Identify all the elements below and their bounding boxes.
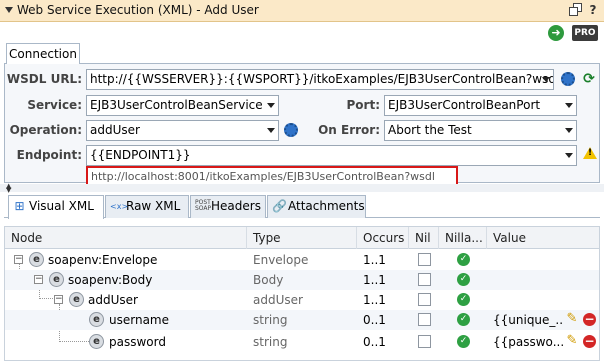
element-icon: e [69,292,84,307]
element-icon: e [89,334,104,349]
wsdl-url-label: WSDL URL: [6,72,82,86]
nil-checkbox[interactable] [418,253,431,266]
chevron-down-icon[interactable] [565,153,573,158]
nillable-ok-icon: ✓ [457,313,470,326]
col-type[interactable]: Type [247,227,357,249]
nillable-ok-icon: ✓ [457,293,470,306]
operation-select[interactable]: addUser [86,120,279,141]
port-label: Port: [346,98,381,112]
nillable-ok-icon: ✓ [457,273,470,286]
node-value[interactable]: {{unique_... [493,310,563,330]
xml-node-grid: Node Type Occurs Nil Nilla... Value − e … [4,226,600,361]
element-icon: e [49,272,64,287]
tab-attachments[interactable]: 🔗 Attachments [267,195,366,218]
table-row[interactable]: e username string 0..1 ✓ {{unique_... ✎ … [5,310,599,330]
node-name: soapenv:Body [68,273,153,287]
warning-mark: ! [588,148,593,158]
chevron-down-icon[interactable] [542,77,550,82]
tab-raw-xml[interactable]: <x> Raw XML [105,195,189,218]
remove-icon[interactable]: − [583,335,596,348]
node-type: Body [253,273,284,287]
restore-window-icon[interactable] [569,3,583,17]
node-occurs: 0..1 [363,313,386,327]
col-value[interactable]: Value [487,227,599,249]
title-bar: Web Service Execution (XML) - Add User ? [0,0,604,22]
nil-checkbox[interactable] [418,293,431,306]
table-row[interactable]: − e soapenv:Envelope Envelope 1..1 ✓ [5,250,599,270]
nillable-ok-icon: ✓ [457,335,470,348]
table-row[interactable]: − e addUser addUser 1..1 ✓ [5,290,599,310]
nillable-ok-icon: ✓ [457,253,470,266]
xml-tabs: ⊞ Visual XML <x> Raw XML POST SOAP Header… [4,194,600,219]
splitter-handle[interactable]: ▲ ▼ [0,183,604,194]
endpoint-field[interactable]: {{ENDPOINT1}} [86,145,577,166]
nil-checkbox[interactable] [418,313,431,326]
chevron-down-icon[interactable] [267,103,275,108]
tab-headers[interactable]: POST SOAP Headers [190,195,266,218]
element-icon: e [29,252,44,267]
node-name: soapenv:Envelope [48,253,158,267]
tab-connection[interactable]: Connection [6,43,80,64]
table-row[interactable]: e password string 0..1 ✓ {{passwo... ✎ − [5,332,599,352]
chevron-down-icon[interactable] [267,128,275,133]
on-error-value: Abort the Test [388,123,472,137]
col-nillable[interactable]: Nilla... [439,227,487,249]
paperclip-icon: 🔗 [272,199,287,213]
endpoint-label: Endpoint: [16,148,82,162]
service-value: EJB3UserControlBeanService [90,98,263,112]
pro-badge[interactable]: PRO [572,25,598,41]
element-icon: e [89,312,104,327]
help-icon[interactable]: ? [586,3,600,17]
pencil-icon[interactable]: ✎ [565,334,579,348]
collapse-node-icon[interactable]: − [54,295,63,304]
endpoint-value: {{ENDPOINT1}} [90,148,191,162]
node-type: addUser [253,293,303,307]
node-occurs: 1..1 [363,253,386,267]
port-value: EJB3UserControlBeanPort [388,98,541,112]
table-row[interactable]: − e soapenv:Body Body 1..1 ✓ [5,270,599,290]
wsdl-settings-gear-icon[interactable] [561,72,575,86]
grid-header: Node Type Occurs Nil Nilla... Value [5,227,599,249]
node-occurs: 1..1 [363,273,386,287]
remove-icon[interactable]: − [583,313,596,326]
col-occurs[interactable]: Occurs [357,227,409,249]
wsdl-url-field[interactable]: http://{{WSSERVER}}:{{WSPORT}}/itkoExamp… [86,69,554,90]
collapse-node-icon[interactable]: − [14,255,23,264]
chevron-down-icon[interactable] [565,103,573,108]
node-name: username [109,313,169,327]
node-value[interactable]: {{passwo... [493,332,563,352]
node-type: string [253,335,288,349]
on-error-label: On Error: [318,123,380,137]
node-name: password [109,335,166,349]
nil-checkbox[interactable] [418,273,431,286]
post-soap-icon: POST SOAP [195,199,212,212]
toolbar [0,22,604,44]
collapse-node-icon[interactable]: − [34,275,43,284]
col-nil[interactable]: Nil [409,227,439,249]
node-occurs: 0..1 [363,335,386,349]
operation-value: addUser [90,123,140,137]
service-select[interactable]: EJB3UserControlBeanService [86,95,279,116]
nil-checkbox[interactable] [418,335,431,348]
refresh-icon[interactable]: ⟳ [582,72,596,86]
col-node[interactable]: Node [5,227,247,249]
xml-icon: <x> [110,202,129,211]
operation-settings-gear-icon[interactable] [284,123,298,137]
chevron-down-icon[interactable] [565,128,573,133]
on-error-select[interactable]: Abort the Test [384,120,577,141]
collapse-icon[interactable] [5,7,13,13]
window-title: Web Service Execution (XML) - Add User [17,3,259,17]
port-select[interactable]: EJB3UserControlBeanPort [384,95,577,116]
tab-visual-xml[interactable]: ⊞ Visual XML [8,195,104,219]
node-type: Envelope [253,253,309,267]
service-label: Service: [27,98,82,112]
node-occurs: 1..1 [363,293,386,307]
pencil-icon[interactable]: ✎ [565,312,579,326]
tree-icon: ⊞ [14,199,25,213]
node-type: string [253,313,288,327]
wsdl-url-value: http://{{WSSERVER}}:{{WSPORT}}/itkoExamp… [90,72,554,86]
operation-label: Operation: [9,123,82,137]
run-arrow-icon[interactable]: ➜ [548,25,564,41]
node-name: addUser [88,293,138,307]
